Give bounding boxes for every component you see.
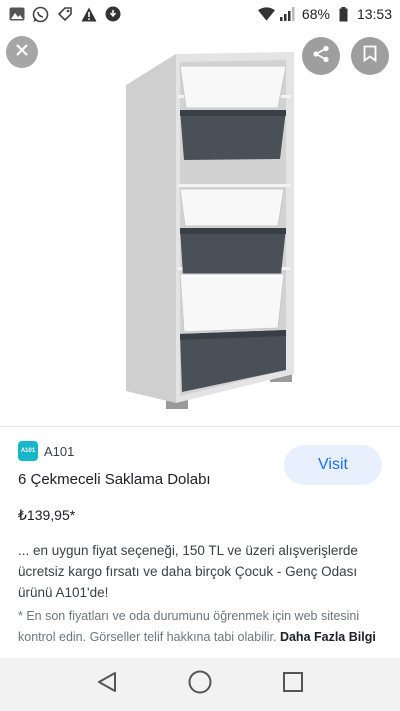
- back-button[interactable]: [87, 665, 127, 705]
- share-icon: [312, 45, 330, 68]
- tag-icon: [56, 6, 73, 23]
- home-button[interactable]: [180, 665, 220, 705]
- save-button[interactable]: [351, 37, 389, 75]
- clock: 13:53: [356, 6, 392, 22]
- close-button[interactable]: [6, 36, 38, 68]
- whatsapp-icon: [32, 6, 49, 23]
- source-logo: A101: [18, 441, 38, 461]
- share-button[interactable]: [302, 37, 340, 75]
- back-icon: [96, 671, 118, 698]
- notification-icons: [8, 6, 121, 23]
- battery-icon: [335, 6, 352, 23]
- recents-button[interactable]: [273, 665, 313, 705]
- image-viewer: [0, 28, 400, 426]
- source-row[interactable]: A101 A101: [18, 441, 74, 461]
- product-image[interactable]: [120, 52, 300, 414]
- source-name: A101: [44, 443, 75, 459]
- price: ₺139,95*: [18, 507, 76, 523]
- signal-icon: [280, 6, 297, 23]
- recents-icon: [282, 671, 304, 698]
- wifi-icon: [257, 6, 275, 23]
- warning-icon: [80, 6, 97, 23]
- system-status: 68% 13:53: [257, 6, 392, 23]
- bookmark-icon: [363, 45, 377, 67]
- more-info-link[interactable]: Daha Fazla Bilgi: [280, 630, 376, 644]
- divider: [0, 426, 400, 427]
- description: ... en uygun fiyat seçeneği, 150 TL ve ü…: [18, 543, 358, 600]
- navigation-bar: [0, 658, 400, 711]
- visit-button[interactable]: Visit: [284, 445, 382, 485]
- notification-icon: [104, 6, 121, 23]
- status-bar: 68% 13:53: [0, 0, 400, 28]
- disclaimer: * En son fiyatları ve oda durumunu öğren…: [18, 606, 386, 658]
- close-icon: [15, 43, 29, 62]
- product-title[interactable]: 6 Çekmeceli Saklama Dolabı: [18, 471, 211, 488]
- home-icon: [188, 670, 212, 699]
- battery-percent: 68%: [301, 6, 330, 22]
- photo-icon: [8, 6, 25, 23]
